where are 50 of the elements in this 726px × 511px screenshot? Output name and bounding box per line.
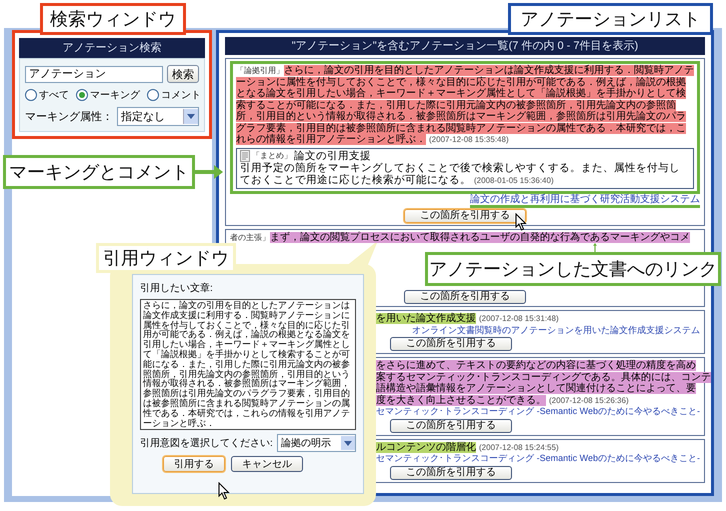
- callout-label: マーキングとコメント: [3, 155, 195, 189]
- intent-select[interactable]: 論拠の明示: [276, 434, 356, 452]
- quote-button[interactable]: この箇所を引用する: [390, 418, 512, 432]
- marking-tag: 者の主張」: [230, 233, 270, 242]
- marking-text: ルコンテンツの階層化: [376, 442, 476, 452]
- marking-text: まず，論文の閲覧プロセスにおいて取得されるユーザの自発的な行為であるマーキングやコメ: [270, 232, 690, 243]
- quote-button[interactable]: この箇所を引用する: [404, 290, 526, 304]
- marking-text: をさらに進めて、テキストの要約などの内容に基づく処理の精度を高め: [376, 360, 696, 371]
- quote-confirm-button[interactable]: 引用する: [163, 456, 225, 472]
- quote-text-area[interactable]: さらに，論文の引用を目的としたアノテーションは論文作成支援に利用する．閲覧時アノテーションに属性を付与しておくことで，様々な目的に応じた引用が可能である．例えば，論説の根拠となる論文を引用したい場合，キーワード＋マーキング属性として「論説根拠」を手掛かりとして検索することが可能になる．また，引用した際に引用元論文内の被参照箇所，引用先論文内の参照箇所，引用目的という情報が取得される．被参照箇所はマーキング範囲，参照箇所は引用先論文のパラグラフ要素，引用目的は被参照箇所に含まれる閲覧時アノテーションの属性である．本研究では，これらの情報を引用アノテーションと呼ぶ．: [140, 299, 356, 430]
- timestamp: (2008-01-05 15:36:40): [474, 176, 554, 184]
- callout-label: アノテーションリスト: [508, 3, 713, 35]
- marking-text: 語構造や語彙情報をアノテーションとして関連付けることによって、要: [376, 383, 696, 394]
- comment-title: 論文の引用支援: [294, 150, 371, 162]
- marking-tag: 「論拠引用」: [236, 66, 284, 75]
- intent-label: 引用意図を選択してください:: [140, 436, 273, 450]
- quote-label: 引用したい文章:: [140, 282, 214, 295]
- document-link[interactable]: オンライン文書閲覧時のアノテーションを用いた論文作成支援システム: [412, 324, 700, 336]
- marking-text: 案するセマンティック･トランスコーディングである。具体的には、コンテ: [376, 372, 711, 382]
- quote-button[interactable]: この箇所を引用する: [390, 337, 512, 351]
- comment-tag: 「まとめ」: [252, 150, 292, 162]
- timestamp: (2007-12-08 15:31:48): [479, 314, 559, 323]
- dropdown-arrow-icon: [187, 114, 195, 119]
- timestamp: (2007-12-08 15:26:36): [549, 396, 629, 404]
- marking-text: を用いた論文作成支援: [376, 313, 476, 324]
- pointer-arrow: [194, 164, 224, 180]
- document-link[interactable]: セマンティック･トランスコーディング -Semantic Webのために今やるべきこと-: [376, 453, 700, 464]
- comment-icon: [240, 150, 250, 162]
- cancel-button[interactable]: キャンセル: [231, 456, 303, 472]
- callout-label: アノテーションした文書へのリンク: [425, 252, 721, 286]
- attribute-label: マーキング属性：: [25, 110, 113, 124]
- dropdown-arrow-icon: [344, 440, 352, 446]
- search-button[interactable]: 検索: [167, 65, 199, 83]
- document-link[interactable]: セマンティック･トランスコーディング -Semantic Webのために今やるべきこと-: [376, 406, 700, 418]
- comment-text: 引用予定の箇所をマーキングしておくことで後で検索しやすくする。また、属性を付与しておくことで用途に応じた検索が可能になる。 (2008-01-05 15:36:40): [240, 162, 681, 186]
- callout-label: 検索ウィンドウ: [40, 3, 186, 35]
- filter-radio[interactable]: マーキング: [76, 88, 140, 102]
- filter-radio[interactable]: すべて: [25, 88, 69, 102]
- quote-button[interactable]: この箇所を引用する: [390, 466, 512, 480]
- marking-text: 「論拠引用」さらに，論文の引用を目的としたアノテーションは論文作成支援に利用する．閲覧時アノテーションに属性を付与しておくことで，様々な目的に応じた引用が可能である．例えば，論説の根拠となる論文を引用したい場合，キーワード＋マーキング属性として「論説根拠」を手掛かりとして検索することが可能になる．また，引用した際に引用元論文内の被参照箇所，引用先論文内の参照箇所，引用目的という情報が取得される．被参照箇所はマーキング範囲，参照箇所は引用先論文のパラグラフ要素，引用目的は被参照箇所に含まれる閲覧時アノテーションの属性である．本研究では，これらの情報を引用アノテーションと呼ぶ． (2007-12-08 15:35:48): [236, 65, 694, 146]
- list-title: "アノテーション"を含むアノテーション一覧(7 件の内 0 - 7件目を表示): [225, 37, 705, 55]
- attribute-select[interactable]: 指定なし: [117, 107, 199, 126]
- callout-label: 引用ウィンドウ: [96, 243, 236, 273]
- filter-radio[interactable]: コメント: [147, 88, 201, 102]
- timestamp: (2007-12-08 15:24:55): [479, 442, 559, 452]
- marking-text: 度を大きく向上させることができる。: [376, 394, 546, 406]
- panel-title: アノテーション検索: [19, 38, 205, 58]
- timestamp: (2007-12-08 15:35:48): [429, 135, 509, 144]
- quote-button[interactable]: この箇所を引用する: [404, 209, 526, 223]
- search-field[interactable]: アノテーション: [25, 66, 163, 82]
